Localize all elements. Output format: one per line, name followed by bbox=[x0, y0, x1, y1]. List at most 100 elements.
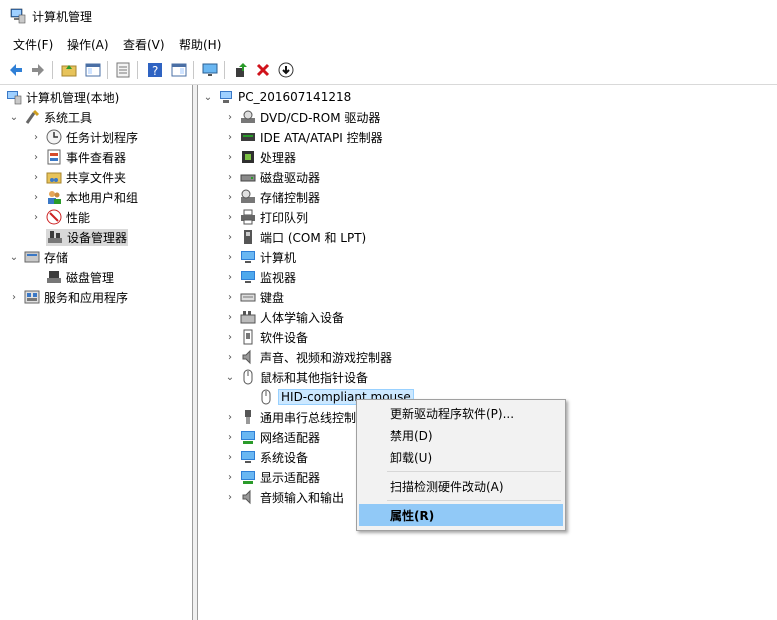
audio-icon bbox=[242, 489, 251, 505]
tree-node-system-tools[interactable]: ⌄ 系统工具 bbox=[8, 107, 92, 127]
device-category[interactable]: › 处理器 bbox=[224, 147, 296, 167]
device-category[interactable]: › 端口 (COM 和 LPT) bbox=[224, 227, 366, 247]
device-category[interactable]: › 磁盘驱动器 bbox=[224, 167, 320, 187]
help-icon[interactable]: ? bbox=[145, 60, 165, 80]
chevron-right-icon[interactable]: › bbox=[224, 171, 236, 183]
uninstall-x-icon[interactable] bbox=[253, 60, 273, 80]
tools-icon bbox=[25, 109, 40, 124]
chevron-right-icon[interactable]: › bbox=[224, 251, 236, 263]
chevron-right-icon[interactable]: › bbox=[30, 151, 42, 163]
event-viewer-icon bbox=[47, 149, 61, 165]
port-icon bbox=[244, 230, 252, 244]
chevron-right-icon[interactable]: › bbox=[224, 211, 236, 223]
menu-bar: 文件(F) 操作(A) 查看(V) 帮助(H) bbox=[0, 32, 777, 54]
chevron-right-icon[interactable]: › bbox=[224, 291, 236, 303]
device-tree-root[interactable]: ⌄ PC_201607141218 bbox=[202, 87, 351, 107]
tree-node-computer-management[interactable]: 计算机管理(本地) bbox=[6, 87, 119, 107]
device-category[interactable]: › 音频输入和输出 bbox=[224, 487, 344, 507]
menu-file[interactable]: 文件(F) bbox=[11, 36, 55, 53]
chevron-down-icon[interactable]: ⌄ bbox=[224, 371, 236, 383]
chevron-right-icon[interactable]: › bbox=[224, 231, 236, 243]
chevron-right-icon[interactable]: › bbox=[224, 491, 236, 503]
menu-action[interactable]: 操作(A) bbox=[65, 36, 111, 53]
menu-separator bbox=[387, 500, 561, 501]
chevron-right-icon[interactable]: › bbox=[224, 151, 236, 163]
tree-node-services-apps[interactable]: › 服务和应用程序 bbox=[8, 287, 128, 307]
hid-icon bbox=[240, 311, 256, 324]
tree-node-task-scheduler[interactable]: › 任务计划程序 bbox=[30, 127, 138, 147]
action-pane-icon[interactable] bbox=[169, 60, 189, 80]
tree-node-performance[interactable]: › 性能 bbox=[30, 207, 90, 227]
context-menu: 更新驱动程序软件(P)... 禁用(D) 卸载(U) 扫描检测硬件改动(A) 属… bbox=[356, 399, 566, 531]
storage-controller-icon bbox=[241, 189, 255, 203]
tree-node-disk-management[interactable]: 磁盘管理 bbox=[46, 267, 114, 287]
device-category[interactable]: › 显示适配器 bbox=[224, 467, 320, 487]
chevron-down-icon[interactable]: ⌄ bbox=[8, 251, 20, 263]
disable-menu-item[interactable]: 禁用(D) bbox=[359, 424, 563, 446]
device-category-expanded[interactable]: ⌄ 鼠标和其他指针设备 bbox=[224, 367, 368, 387]
chevron-right-icon[interactable]: › bbox=[30, 191, 42, 203]
chevron-right-icon[interactable]: › bbox=[224, 411, 236, 423]
forward-arrow-icon[interactable] bbox=[28, 60, 48, 80]
storage-icon bbox=[24, 251, 40, 263]
device-category[interactable]: › 存储控制器 bbox=[224, 187, 320, 207]
chevron-down-icon[interactable]: ⌄ bbox=[8, 111, 20, 123]
scan-hardware-menu-item[interactable]: 扫描检测硬件改动(A) bbox=[359, 475, 563, 497]
uninstall-menu-item[interactable]: 卸载(U) bbox=[359, 446, 563, 468]
printer-icon bbox=[241, 209, 255, 225]
update-driver-menu-item[interactable]: 更新驱动程序软件(P)... bbox=[359, 402, 563, 424]
scan-hardware-icon[interactable] bbox=[276, 60, 296, 80]
chevron-right-icon[interactable]: › bbox=[8, 291, 20, 303]
chevron-right-icon[interactable]: › bbox=[224, 271, 236, 283]
device-category[interactable]: › DVD/CD-ROM 驱动器 bbox=[224, 107, 380, 127]
chevron-right-icon[interactable]: › bbox=[30, 171, 42, 183]
up-folder-icon[interactable] bbox=[59, 60, 79, 80]
monitor-icon bbox=[241, 271, 255, 283]
chevron-right-icon[interactable]: › bbox=[224, 351, 236, 363]
device-category[interactable]: › 系统设备 bbox=[224, 447, 308, 467]
device-manager-icon bbox=[48, 231, 62, 243]
computer-icon bbox=[241, 251, 255, 263]
monitor-icon[interactable] bbox=[200, 60, 220, 80]
update-driver-icon[interactable] bbox=[231, 60, 251, 80]
chevron-right-icon[interactable]: › bbox=[224, 331, 236, 343]
chevron-right-icon[interactable]: › bbox=[224, 451, 236, 463]
chevron-right-icon[interactable]: › bbox=[224, 191, 236, 203]
export-list-icon[interactable] bbox=[113, 60, 133, 80]
dvd-drive-icon bbox=[241, 110, 255, 123]
chevron-down-icon[interactable]: ⌄ bbox=[202, 91, 214, 103]
device-category[interactable]: › 声音、视频和游戏控制器 bbox=[224, 347, 392, 367]
menu-separator bbox=[387, 471, 561, 472]
usb-icon bbox=[245, 410, 251, 424]
properties-menu-item[interactable]: 属性(R) bbox=[359, 504, 563, 526]
disk-management-icon bbox=[47, 271, 61, 283]
chevron-right-icon[interactable]: › bbox=[224, 431, 236, 443]
device-category[interactable]: › 键盘 bbox=[224, 287, 284, 307]
chevron-right-icon[interactable]: › bbox=[30, 131, 42, 143]
device-category[interactable]: › 人体学输入设备 bbox=[224, 307, 344, 327]
menu-help[interactable]: 帮助(H) bbox=[177, 36, 223, 53]
device-category[interactable]: › 计算机 bbox=[224, 247, 296, 267]
device-category[interactable]: › 网络适配器 bbox=[224, 427, 320, 447]
chevron-right-icon[interactable]: › bbox=[30, 211, 42, 223]
menu-view[interactable]: 查看(V) bbox=[121, 36, 167, 53]
display-adapter-icon bbox=[241, 471, 255, 484]
tree-node-storage[interactable]: ⌄ 存储 bbox=[8, 247, 68, 267]
device-category[interactable]: › 通用串行总线控制 bbox=[224, 407, 356, 427]
show-hide-tree-icon[interactable] bbox=[83, 60, 103, 80]
back-arrow-icon[interactable] bbox=[6, 60, 26, 80]
tree-node-event-viewer[interactable]: › 事件查看器 bbox=[30, 147, 126, 167]
mouse-icon bbox=[261, 389, 271, 405]
shared-folder-icon bbox=[46, 172, 62, 184]
device-category[interactable]: › 软件设备 bbox=[224, 327, 308, 347]
tree-node-device-manager[interactable]: 设备管理器 bbox=[46, 227, 129, 247]
tree-node-shared-folders[interactable]: › 共享文件夹 bbox=[30, 167, 126, 187]
device-category[interactable]: › 打印队列 bbox=[224, 207, 308, 227]
device-category[interactable]: › IDE ATA/ATAPI 控制器 bbox=[224, 127, 383, 147]
tree-node-local-users[interactable]: › 本地用户和组 bbox=[30, 187, 138, 207]
chevron-right-icon[interactable]: › bbox=[224, 111, 236, 123]
chevron-right-icon[interactable]: › bbox=[224, 471, 236, 483]
device-category[interactable]: › 监视器 bbox=[224, 267, 296, 287]
chevron-right-icon[interactable]: › bbox=[224, 311, 236, 323]
chevron-right-icon[interactable]: › bbox=[224, 131, 236, 143]
